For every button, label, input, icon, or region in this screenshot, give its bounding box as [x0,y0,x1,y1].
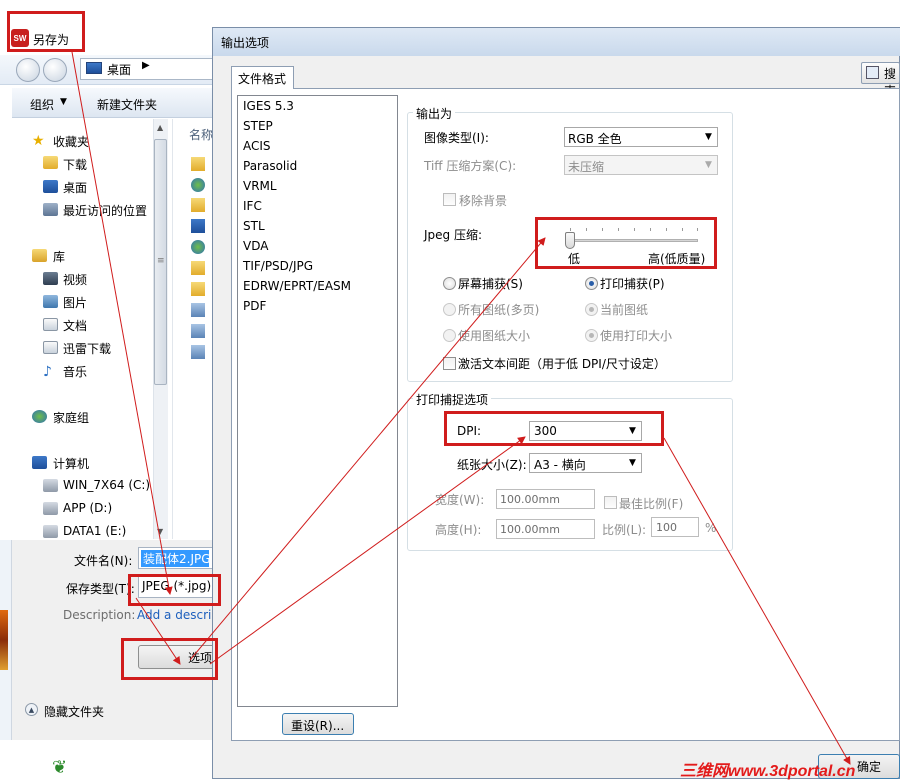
arrow-options-to-jpeg [189,237,546,661]
arrow-type-to-options [135,597,181,665]
watermark-text: 三维网www.3dportal.cn [680,763,856,780]
arrow-options-to-dpi [209,436,526,665]
arrow-title-to-type [71,51,173,595]
arrow-dpi-to-ok [663,437,851,765]
annotation-arrows [71,51,851,765]
